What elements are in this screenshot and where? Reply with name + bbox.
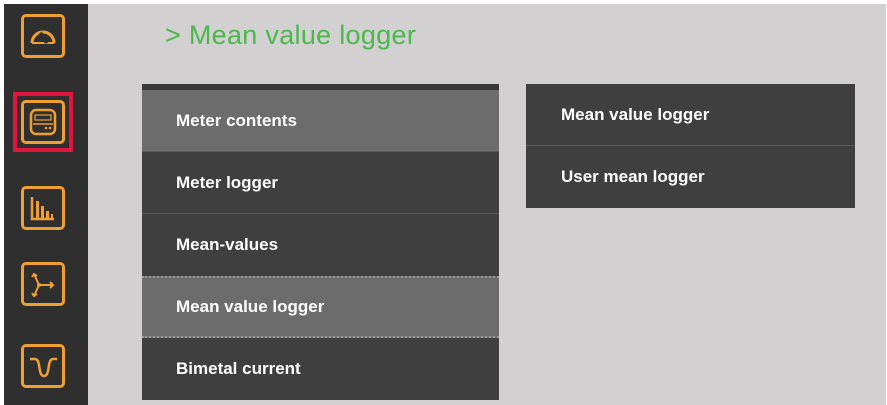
page-title: > Mean value logger bbox=[165, 20, 417, 50]
main-menu: Meter contents Meter logger Mean-values … bbox=[142, 84, 499, 400]
sidebar-item-overview[interactable] bbox=[21, 14, 65, 58]
phasor-icon bbox=[31, 272, 55, 298]
menu-item-label: Meter logger bbox=[176, 172, 279, 192]
menu-item-bimetal-current[interactable]: Bimetal current bbox=[142, 338, 499, 400]
bar-chart-icon bbox=[30, 197, 54, 221]
submenu-item-label: Mean value logger bbox=[561, 104, 710, 124]
selected-indicator bbox=[13, 92, 73, 152]
menu-item-label: Mean value logger bbox=[176, 297, 325, 316]
menu-item-meter-logger[interactable]: Meter logger bbox=[142, 152, 499, 214]
sidebar-item-charts[interactable] bbox=[21, 186, 65, 230]
sidebar-item-waveform[interactable] bbox=[21, 344, 65, 388]
submenu-item-mean-value-logger[interactable]: Mean value logger bbox=[526, 84, 855, 146]
waveform-icon bbox=[30, 357, 57, 378]
menu-item-mean-values[interactable]: Mean-values bbox=[142, 214, 499, 276]
gauge-icon bbox=[30, 30, 56, 44]
menu-item-label: Mean-values bbox=[176, 235, 279, 254]
menu-item-mean-value-logger[interactable]: Mean value logger bbox=[142, 276, 499, 338]
submenu: Mean value logger User mean logger bbox=[526, 84, 855, 208]
menu-item-label: Meter contents bbox=[176, 110, 297, 130]
sidebar bbox=[4, 4, 88, 405]
sidebar-item-phasor[interactable] bbox=[21, 262, 65, 306]
submenu-item-label: User mean logger bbox=[561, 167, 705, 186]
menu-item-label: Bimetal current bbox=[176, 359, 301, 378]
menu-item-meter-contents[interactable]: Meter contents bbox=[142, 90, 499, 152]
submenu-item-user-mean-logger[interactable]: User mean logger bbox=[526, 146, 855, 208]
